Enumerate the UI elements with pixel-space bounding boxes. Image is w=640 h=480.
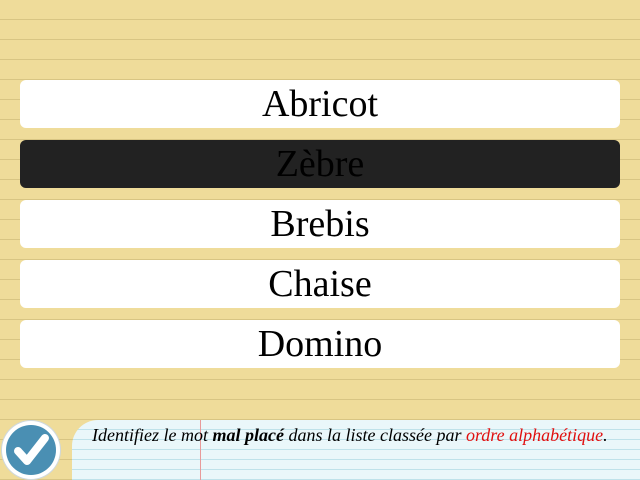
instruction-emphasis: mal placé bbox=[212, 425, 284, 445]
instruction-card: Identifiez le mot mal placé dans la list… bbox=[72, 420, 640, 480]
word-item-abricot[interactable]: Abricot bbox=[20, 80, 620, 128]
check-icon bbox=[14, 434, 49, 465]
instruction-part-2: dans la liste classée par bbox=[283, 425, 466, 445]
validate-button-circle bbox=[6, 425, 56, 475]
validate-button[interactable] bbox=[2, 421, 60, 479]
instruction-highlight: ordre alphabétique bbox=[465, 425, 604, 445]
instruction-part-3: . bbox=[603, 425, 608, 445]
instruction-text: Identifiez le mot mal placé dans la list… bbox=[92, 424, 616, 447]
word-list: Abricot Zèbre Brebis Chaise Domino bbox=[20, 80, 620, 380]
word-item-zebre[interactable]: Zèbre bbox=[20, 140, 620, 188]
instruction-part-1: Identifiez le mot bbox=[92, 425, 213, 445]
word-item-domino[interactable]: Domino bbox=[20, 320, 620, 368]
word-item-brebis[interactable]: Brebis bbox=[20, 200, 620, 248]
word-item-chaise[interactable]: Chaise bbox=[20, 260, 620, 308]
